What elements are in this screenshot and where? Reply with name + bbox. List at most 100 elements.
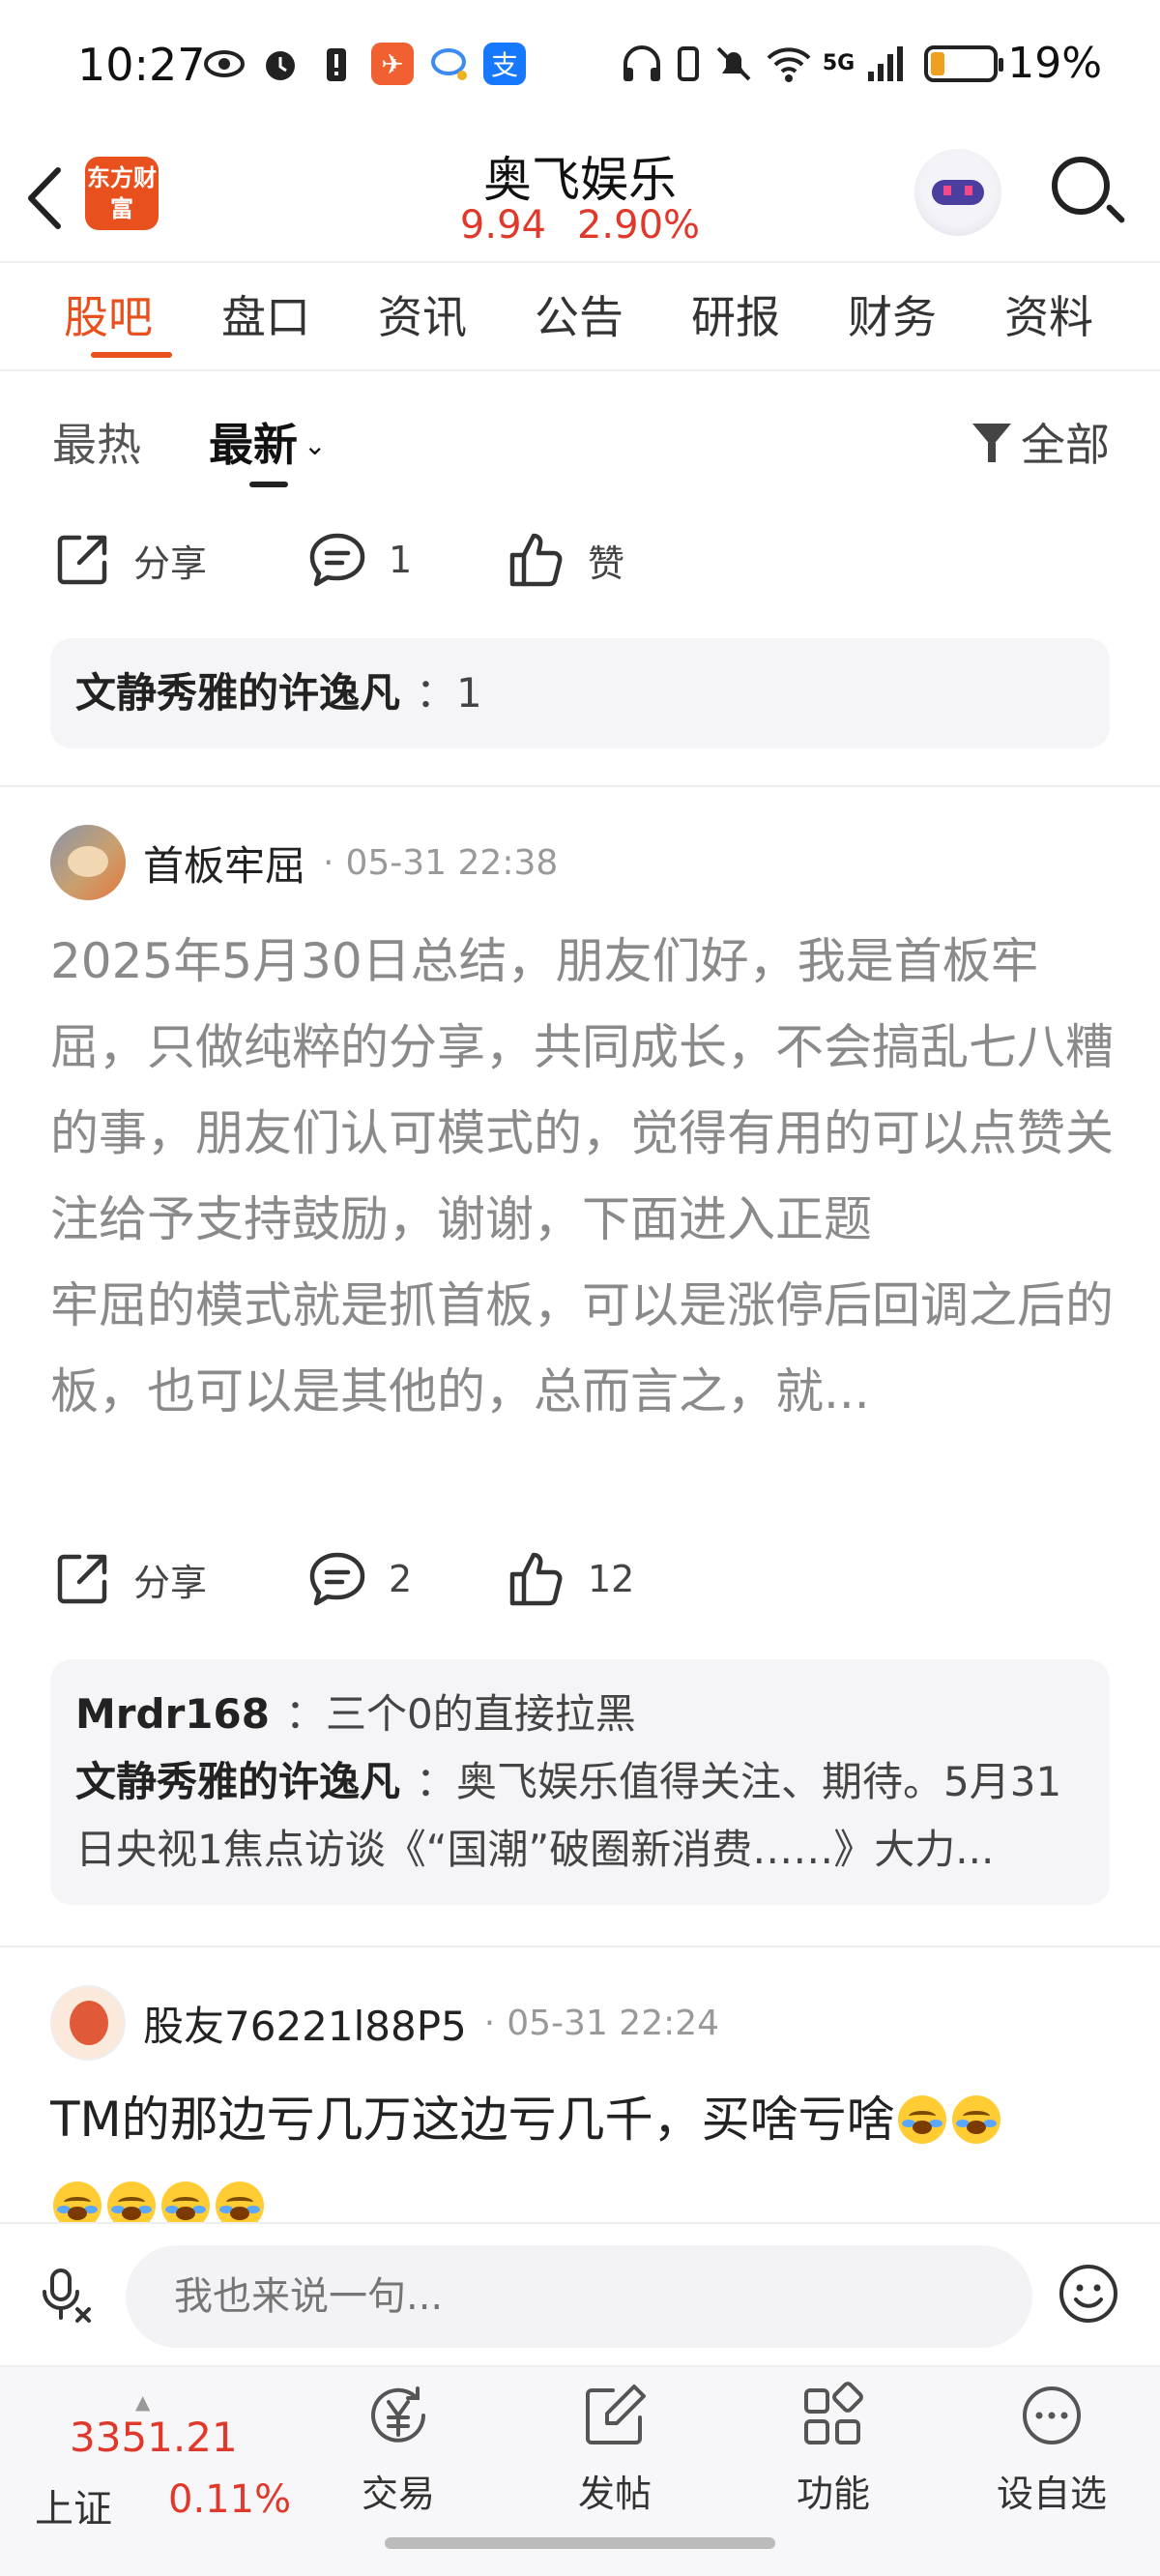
post-actions: 分享 1 赞: [0, 530, 1160, 607]
reply-preview-box[interactable]: Mrdr168 ：三个0的直接拉黑 文静秀雅的许逸凡 ：奥飞娱乐值得关注、期待。5月…: [50, 1659, 1110, 1905]
home-indicator[interactable]: [385, 2537, 775, 2549]
avatar[interactable]: [50, 1985, 126, 2061]
tab-finance[interactable]: 财务: [814, 263, 971, 369]
post-header: 股友76221l88P5 05-31 22:24: [50, 1984, 719, 2062]
signal-icon: [868, 45, 904, 81]
nav-functions[interactable]: 功能: [756, 2381, 911, 2517]
share-button[interactable]: 分享: [52, 530, 207, 590]
post-time: 05-31 22:24: [484, 2004, 719, 2043]
sort-row: 最热 最新 ⌄ 全部: [0, 371, 1160, 497]
share-label: 分享: [133, 542, 208, 585]
trade-yen-icon: [371, 2386, 425, 2443]
comment-bar: [0, 2222, 1160, 2365]
crying-emoji-icon: [897, 2095, 946, 2144]
like-count: 12: [588, 1558, 635, 1600]
reply-author[interactable]: 文静秀雅的许逸凡: [75, 669, 400, 717]
search-icon[interactable]: [1052, 157, 1110, 215]
like-button[interactable]: 赞: [507, 530, 624, 590]
post-text: TM的那边亏几万这边亏几千，买啥亏啥: [50, 2092, 895, 2148]
post-content[interactable]: 2025年5月30日总结，朋友们好，我是首板牢屈，只做纯粹的分享，共同成长，不会…: [50, 919, 1114, 1435]
index-name: 上证: [35, 2487, 112, 2532]
index-change-pct: 0.11%: [168, 2477, 292, 2522]
reply-item: 文静秀雅的许逸凡 ：1: [75, 659, 1085, 727]
post-divider: [0, 1946, 1160, 1947]
vibrate-icon: [677, 45, 699, 81]
wifi-icon: [767, 46, 811, 82]
reply-item: 文静秀雅的许逸凡 ：奥飞娱乐值得关注、期待。5月31日央视1焦点访谈《“国潮”破圈…: [75, 1748, 1085, 1884]
reply-author[interactable]: Mrdr168: [75, 1690, 270, 1738]
nav-functions-label: 功能: [796, 2473, 870, 2515]
status-right: 5G 19%: [620, 39, 1102, 88]
sort-new-label: 最新: [209, 419, 298, 471]
app-notification-icon: ✈: [371, 43, 414, 85]
tab-pankou[interactable]: 盘口: [188, 263, 344, 369]
stock-tabs: 股吧 盘口 资讯 公告 研报 财务 资料: [0, 263, 1160, 371]
like-button[interactable]: 12: [507, 1549, 634, 1609]
eye-icon: [203, 43, 246, 85]
like-label: 赞: [588, 542, 625, 585]
battery-icon: [924, 44, 1004, 82]
comment-count: 2: [389, 1558, 413, 1600]
headphones-icon: [623, 44, 660, 81]
comment-count: 1: [389, 539, 413, 581]
stock-price: 9.94: [459, 203, 546, 248]
crying-emoji-icon: [107, 2181, 156, 2222]
tab-profile[interactable]: 资料: [971, 263, 1127, 369]
thumbs-up-icon: [509, 1552, 563, 1606]
stock-change-pct: 2.90%: [576, 203, 701, 248]
crying-emoji-icon: [216, 2181, 264, 2222]
share-icon: [57, 535, 107, 585]
tab-news[interactable]: 资讯: [344, 263, 501, 369]
post-content[interactable]: TM的那边亏几万这边亏几千，买啥亏啥: [50, 2077, 1114, 2222]
reply-text: ：三个0的直接拉黑: [284, 1690, 636, 1738]
comment-input[interactable]: [126, 2245, 1032, 2348]
status-time: 10:27: [77, 39, 206, 91]
alert-battery-icon: [315, 43, 358, 85]
share-icon: [57, 1554, 107, 1604]
tab-announcements[interactable]: 公告: [501, 263, 657, 369]
share-label: 分享: [133, 1561, 208, 1604]
nav-add-watchlist-label: 设自选: [996, 2473, 1107, 2515]
sort-hot[interactable]: 最热: [52, 410, 141, 474]
reply-author[interactable]: 文静秀雅的许逸凡: [75, 1758, 400, 1805]
more-icon: [1023, 2386, 1081, 2444]
thumbs-up-icon: [509, 533, 563, 587]
sort-active-indicator: [249, 482, 288, 487]
avatar[interactable]: [50, 825, 126, 900]
emoji-icon[interactable]: [1058, 2263, 1119, 2325]
mute-bell-icon: [716, 46, 751, 80]
compose-icon: [586, 2385, 646, 2444]
alipay-icon: 支: [483, 43, 526, 85]
filter-icon: [972, 420, 1011, 464]
comment-button[interactable]: 1: [307, 530, 412, 590]
post-header: 首板牢屈 05-31 22:38: [50, 824, 558, 901]
market-index[interactable]: ▲ 3351.21 上证 0.11%: [35, 2386, 305, 2532]
reply-preview-box[interactable]: 文静秀雅的许逸凡 ：1: [50, 638, 1110, 748]
post-author[interactable]: 股友76221l88P5: [143, 1994, 467, 2053]
tab-guba[interactable]: 股吧: [31, 263, 188, 369]
nav-post[interactable]: 发帖: [537, 2381, 692, 2517]
alarm-icon: [259, 43, 302, 85]
post-divider: [0, 785, 1160, 787]
post-paragraph: 牢屈的模式就是抓首板，可以是涨停后回调之后的板，也可以是其他的，总而言之，就..…: [50, 1277, 1114, 1420]
reply-text: ：1: [416, 669, 482, 717]
nav-trade[interactable]: 交易: [321, 2381, 476, 2517]
sort-new[interactable]: 最新 ⌄: [209, 410, 326, 474]
battery-percent: 19%: [1007, 39, 1102, 88]
grid-icon: [804, 2382, 863, 2444]
comment-button[interactable]: 2: [307, 1549, 412, 1609]
ai-assistant-robot-icon[interactable]: [914, 149, 1001, 236]
status-notification-icons: ✈ 支: [203, 43, 526, 85]
post-time: 05-31 22:38: [323, 843, 558, 883]
status-bar: 10:27 ✈ 支 5G 19%: [0, 0, 1160, 135]
network-type: 5G: [822, 51, 856, 75]
nav-add-watchlist[interactable]: 设自选: [974, 2381, 1129, 2517]
chat-bubble-icon: [427, 43, 470, 85]
voice-input-icon[interactable]: [39, 2267, 97, 2325]
tab-research[interactable]: 研报: [657, 263, 814, 369]
comment-icon: [309, 533, 365, 587]
filter-button[interactable]: 全部: [972, 410, 1110, 474]
post-paragraph: 2025年5月30日总结，朋友们好，我是首板牢屈，只做纯粹的分享，共同成长，不会…: [50, 933, 1114, 1247]
post-author[interactable]: 首板牢屈: [143, 834, 305, 893]
share-button[interactable]: 分享: [52, 1549, 207, 1609]
